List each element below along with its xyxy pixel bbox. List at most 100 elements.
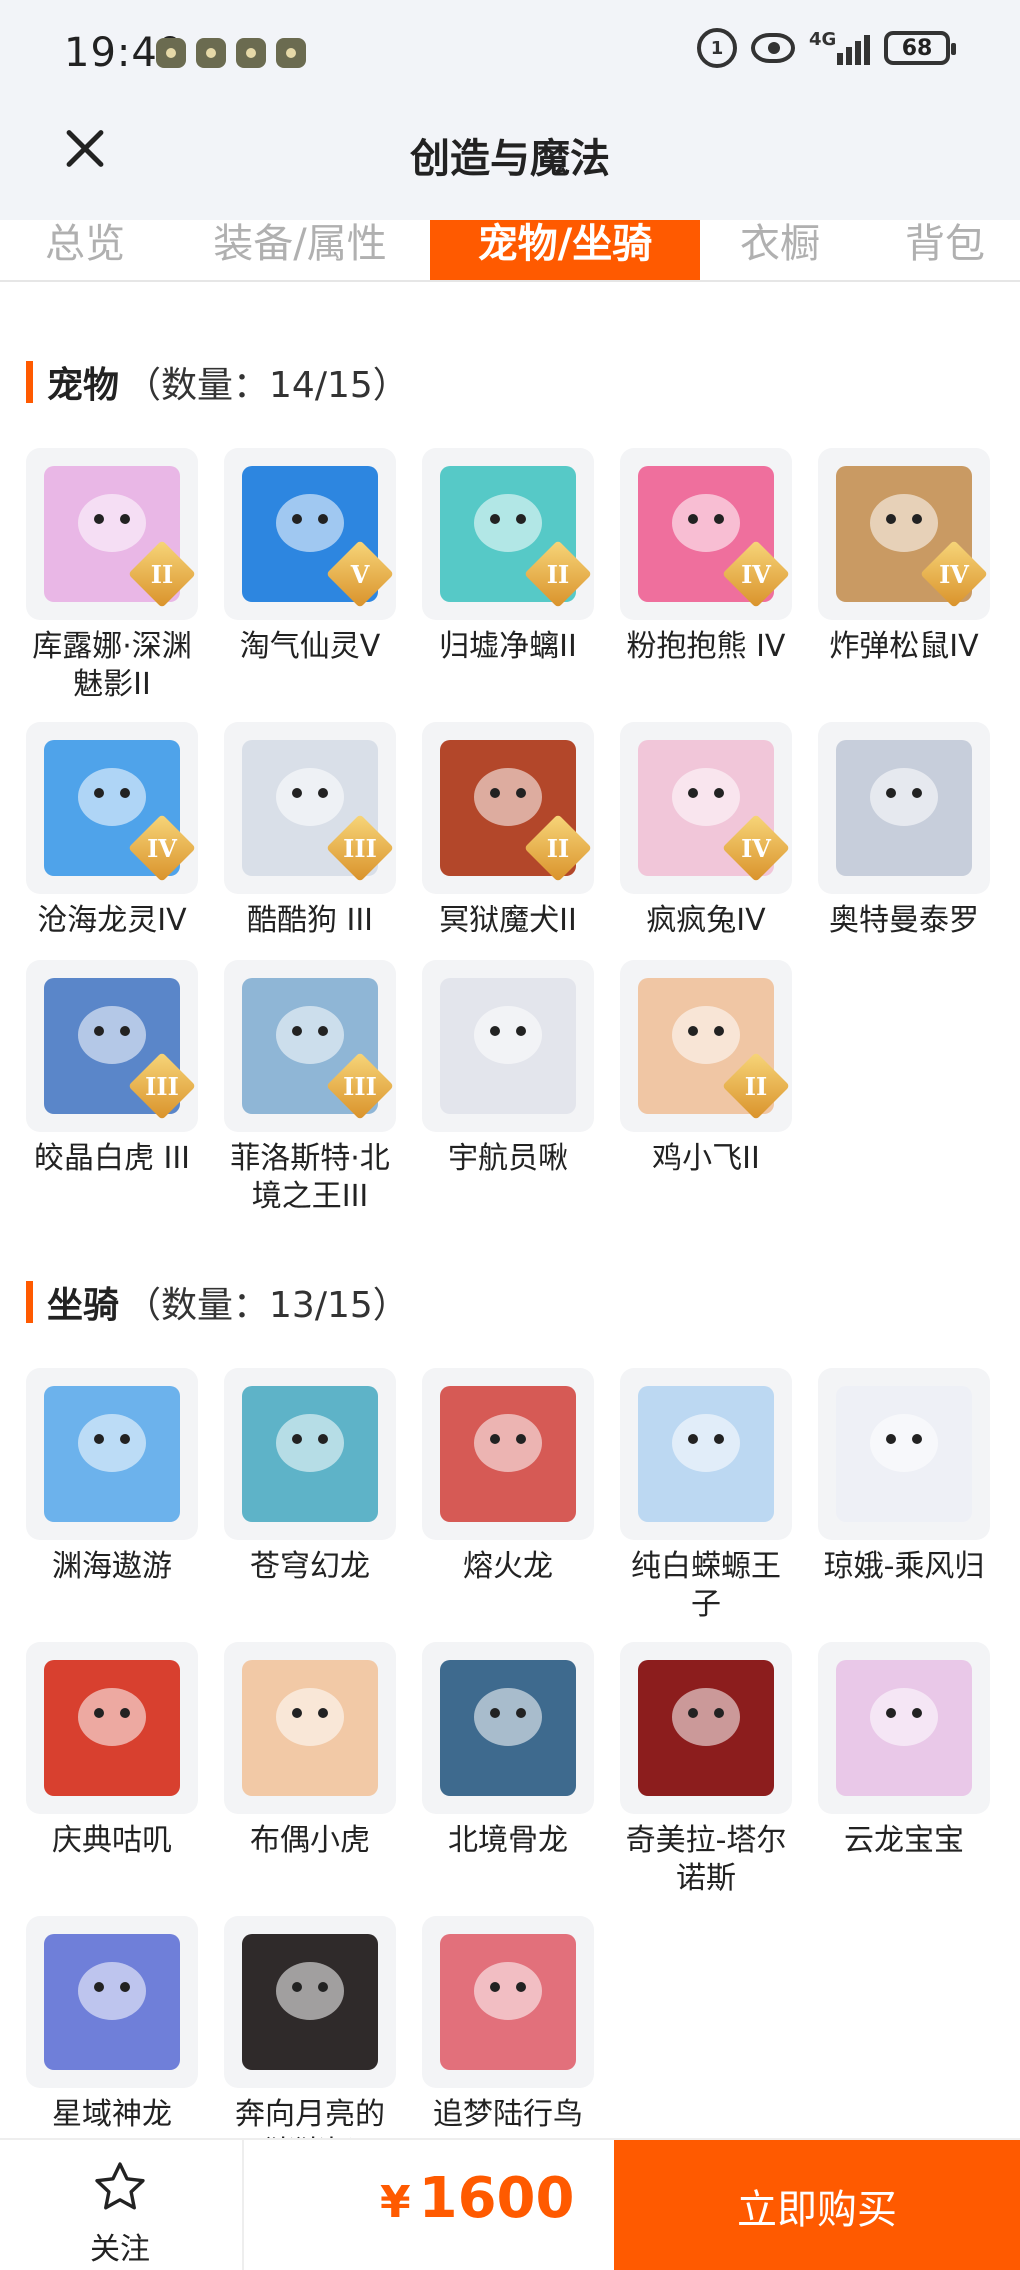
tab-wardrobe[interactable]: 衣橱 — [720, 220, 840, 280]
pet-thumbnail: III — [224, 722, 396, 894]
rank-label: III — [343, 833, 377, 863]
pet-name: 鸡小飞II — [652, 1141, 760, 1176]
pet-card[interactable]: II 冥狱魔犬II — [420, 722, 596, 940]
pet-card[interactable]: III 酷酷狗 III — [222, 722, 398, 940]
mount-card[interactable]: 布偶小虎 — [222, 1642, 398, 1860]
mount-card[interactable]: 琼娥-乘风归 — [816, 1368, 992, 1586]
mount-name: 熔火龙 — [463, 1549, 553, 1584]
pet-name: 菲洛斯特·北境之王III — [230, 1141, 390, 1214]
mount-thumbnail — [26, 1916, 198, 2088]
pet-card[interactable]: 宇航员啾 — [420, 960, 596, 1178]
mount-card[interactable]: 渊海遨游 — [24, 1368, 200, 1586]
mount-image — [242, 1934, 378, 2070]
eye-comfort-icon — [751, 33, 795, 63]
rank-badge-icon: IV — [722, 814, 790, 882]
bottom-bar: 关注 ¥ 1600 立即购买 — [0, 2138, 1020, 2270]
mount-card[interactable]: 苍穹幻龙 — [222, 1368, 398, 1586]
pets-title: 宠物 — [47, 365, 120, 406]
pet-card[interactable]: V 淘气仙灵V — [222, 448, 398, 666]
pet-card[interactable]: II 鸡小飞II — [618, 960, 794, 1178]
mount-image — [440, 1660, 576, 1796]
mount-image — [44, 1934, 180, 2070]
rank-badge-icon: IV — [722, 540, 790, 608]
notification-icon — [276, 38, 306, 68]
tab-bar: 总览 装备/属性 宠物/坐骑 衣橱 背包 — [0, 220, 1020, 282]
pet-name: 酷酷狗 III — [246, 903, 374, 938]
pet-name: 淘气仙灵V — [239, 629, 381, 664]
pet-name: 皎晶白虎 III — [33, 1141, 191, 1176]
section-marker — [26, 1281, 33, 1323]
mount-name: 北境骨龙 — [448, 1823, 568, 1858]
rank-badge-icon: III — [326, 1052, 394, 1120]
buy-now-button[interactable]: 立即购买 — [614, 2140, 1020, 2270]
mount-card[interactable]: 庆典咕叽 — [24, 1642, 200, 1860]
pet-name: 炸弹松鼠IV — [829, 629, 979, 664]
mount-thumbnail — [26, 1642, 198, 1814]
rank-badge-icon: III — [128, 1052, 196, 1120]
notification-icon — [156, 38, 186, 68]
pet-thumbnail: IV — [620, 722, 792, 894]
mount-thumbnail — [620, 1642, 792, 1814]
tab-overview[interactable]: 总览 — [20, 220, 150, 280]
pet-card[interactable]: IV 炸弹松鼠IV — [816, 448, 992, 666]
rank-badge-icon: V — [326, 540, 394, 608]
mount-thumbnail — [422, 1642, 594, 1814]
pet-name: 库露娜·深渊魅影II — [32, 629, 192, 702]
mount-thumbnail — [818, 1368, 990, 1540]
mount-image — [44, 1660, 180, 1796]
pet-thumbnail: II — [422, 448, 594, 620]
favorite-button[interactable]: 关注 — [60, 2158, 180, 2268]
pet-thumbnail: IV — [26, 722, 198, 894]
price-currency: ¥ — [380, 2177, 411, 2228]
mount-name: 云龙宝宝 — [844, 1823, 964, 1858]
mount-card[interactable]: 纯白蝾螈王子 — [618, 1368, 794, 1624]
pet-card[interactable]: IV 疯疯兔IV — [618, 722, 794, 940]
pet-card[interactable]: II 归墟净螭II — [420, 448, 596, 666]
pet-name: 宇航员啾 — [448, 1141, 568, 1176]
mount-thumbnail — [422, 1916, 594, 2088]
notification-icons — [156, 38, 306, 68]
mount-card[interactable]: 奔向月亮的猪猪怪 — [222, 1916, 398, 2172]
mount-card[interactable]: 云龙宝宝 — [816, 1642, 992, 1860]
rank-badge-icon: II — [722, 1052, 790, 1120]
mount-thumbnail — [224, 1368, 396, 1540]
pet-card[interactable]: III 菲洛斯特·北境之王III — [222, 960, 398, 1216]
tab-equipment[interactable]: 装备/属性 — [190, 220, 410, 280]
mount-card[interactable]: 熔火龙 — [420, 1368, 596, 1586]
pet-card[interactable]: IV 沧海龙灵IV — [24, 722, 200, 940]
rank-badge-icon: II — [524, 540, 592, 608]
tab-backpack[interactable]: 背包 — [880, 220, 1010, 280]
rank-badge-icon: IV — [920, 540, 988, 608]
mount-image — [836, 1660, 972, 1796]
mount-name: 布偶小虎 — [250, 1823, 370, 1858]
mount-thumbnail — [620, 1368, 792, 1540]
pet-card[interactable]: 奥特曼泰罗 — [816, 722, 992, 940]
rank-label: IV — [741, 833, 771, 863]
rank-label: IV — [741, 559, 771, 589]
pet-thumbnail — [422, 960, 594, 1132]
rank-label: II — [546, 833, 570, 863]
notification-icon — [236, 38, 266, 68]
mount-card[interactable]: 北境骨龙 — [420, 1642, 596, 1860]
pet-card[interactable]: IV 粉抱抱熊 IV — [618, 448, 794, 666]
mount-thumbnail — [818, 1642, 990, 1814]
pet-name: 归墟净螭II — [439, 629, 577, 664]
pet-thumbnail: II — [26, 448, 198, 620]
mount-image — [242, 1386, 378, 1522]
mount-name: 追梦陆行鸟 — [433, 2097, 583, 2132]
mount-card[interactable]: 追梦陆行鸟 — [420, 1916, 596, 2134]
mount-image — [440, 1934, 576, 2070]
battery-icon: 68 — [884, 31, 956, 65]
tab-pets-mounts[interactable]: 宠物/坐骑 — [430, 220, 700, 280]
pet-card[interactable]: II 库露娜·深渊魅影II — [24, 448, 200, 704]
rank-label: III — [343, 1071, 377, 1101]
pet-thumbnail: III — [224, 960, 396, 1132]
mounts-title: 坐骑 — [47, 1285, 120, 1326]
mount-card[interactable]: 星域神龙 — [24, 1916, 200, 2134]
mount-card[interactable]: 奇美拉-塔尔诺斯 — [618, 1642, 794, 1898]
battery-level: 68 — [901, 35, 933, 61]
mount-name: 庆典咕叽 — [52, 1823, 172, 1858]
rank-label: IV — [147, 833, 177, 863]
pet-thumbnail: II — [620, 960, 792, 1132]
pet-card[interactable]: III 皎晶白虎 III — [24, 960, 200, 1178]
